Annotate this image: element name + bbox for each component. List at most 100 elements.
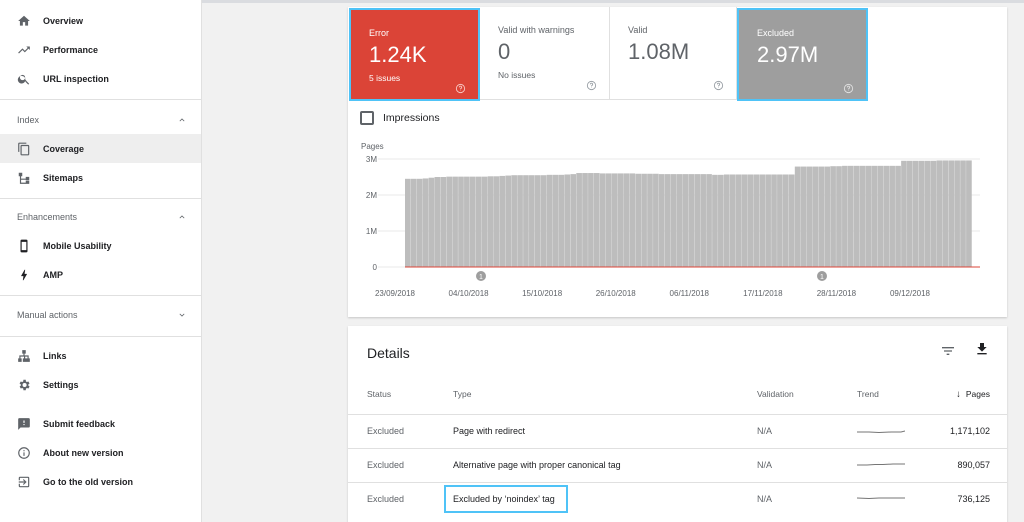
trend-sparkline <box>857 430 905 434</box>
sidebar-item-settings[interactable]: Settings <box>0 370 201 399</box>
chart-bar <box>688 174 695 267</box>
y-axis-title: Pages <box>361 142 384 151</box>
top-strip <box>202 0 1024 3</box>
column-header-status[interactable]: Status <box>367 389 391 399</box>
row-validation: N/A <box>757 494 773 504</box>
chart-bar <box>511 175 517 267</box>
filter-icon[interactable] <box>940 343 956 359</box>
sidebar-item-old-version[interactable]: Go to the old version <box>0 467 201 496</box>
sidebar-item-about-new-version[interactable]: About new version <box>0 438 201 467</box>
chart-bar <box>582 173 588 267</box>
valid-with-warnings-tile[interactable]: Valid with warnings 0 No issues <box>480 7 610 100</box>
exit-icon <box>17 475 31 489</box>
sidebar-item-mobile-usability[interactable]: Mobile Usability <box>0 231 201 260</box>
sidebar-item-label: URL inspection <box>43 73 109 84</box>
sidebar-item-overview[interactable]: Overview <box>0 6 201 35</box>
chart-bar <box>741 174 748 267</box>
table-row[interactable]: Excluded Excluded by ‘noindex’ tag N/A 7… <box>348 482 1007 516</box>
chart-bar <box>487 176 494 267</box>
chart-bar <box>599 173 606 267</box>
chart-bar <box>883 165 890 267</box>
help-icon[interactable] <box>455 81 466 94</box>
help-icon[interactable] <box>713 78 724 91</box>
row-status: Excluded <box>367 494 405 504</box>
impressions-toggle[interactable]: Impressions <box>360 110 440 126</box>
chart-bar <box>765 174 771 267</box>
x-tick-label: 26/10/2018 <box>596 289 637 298</box>
chart-bar <box>771 174 777 267</box>
table-row[interactable]: Excluded Page with redirect N/A 1,171,10… <box>348 414 1007 448</box>
section-label: Index <box>17 115 40 125</box>
chart-bar <box>458 176 464 267</box>
chart-bar <box>924 160 931 267</box>
chart-bar <box>623 173 630 267</box>
sidebar-item-submit-feedback[interactable]: Submit feedback <box>0 409 201 438</box>
sidebar-item-label: Performance <box>43 44 99 55</box>
chart-bar <box>534 175 541 267</box>
chart-bar <box>700 174 706 267</box>
tile-label: Valid <box>628 25 648 35</box>
chart-bar <box>735 174 742 267</box>
sidebar-item-amp[interactable]: AMP <box>0 260 201 289</box>
chart-bar <box>871 165 878 267</box>
y-tick-label: 3M <box>366 155 377 164</box>
impressions-checkbox[interactable] <box>360 111 374 125</box>
chart-bar <box>529 175 535 267</box>
help-icon[interactable] <box>586 78 597 91</box>
chart-bar <box>859 165 866 267</box>
chevron-up-icon <box>179 118 185 122</box>
row-pages: 890,057 <box>957 460 990 470</box>
chart-bar <box>410 178 417 267</box>
chart-bar <box>777 174 783 267</box>
column-header-type[interactable]: Type <box>453 389 471 399</box>
sidebar-item-label: Mobile Usability <box>43 240 112 251</box>
chart-bar <box>428 177 435 267</box>
chart-bar <box>629 173 636 267</box>
chart-bar <box>836 166 842 267</box>
x-tick-label: 09/12/2018 <box>890 289 931 298</box>
chart-bar <box>452 176 458 267</box>
column-header-pages[interactable]: ↓ Pages <box>956 389 990 400</box>
chart-bar <box>830 166 836 267</box>
chart-bar <box>523 175 529 267</box>
coverage-icon <box>17 142 31 156</box>
details-title: Details <box>367 345 410 361</box>
row-pages: 736,125 <box>957 494 990 504</box>
table-row[interactable]: Excluded Alternative page with proper ca… <box>348 448 1007 482</box>
trending-up-icon <box>17 43 31 57</box>
sidebar-item-links[interactable]: Links <box>0 341 201 370</box>
download-icon[interactable] <box>974 341 990 357</box>
chart-bar <box>895 165 901 267</box>
sidebar-item-label: Links <box>43 350 67 361</box>
error-tile[interactable]: Error 1.24K 5 issues <box>349 8 480 101</box>
column-header-validation[interactable]: Validation <box>757 389 794 399</box>
sidebar-item-url-inspection[interactable]: URL inspection <box>0 64 201 93</box>
sidebar-item-coverage[interactable]: Coverage <box>0 134 201 163</box>
sitemap-icon <box>17 171 31 185</box>
help-icon[interactable] <box>843 81 854 94</box>
sidebar-item-label: Coverage <box>43 143 85 154</box>
chart-bar <box>564 174 571 267</box>
column-header-pages-label: Pages <box>965 389 990 399</box>
sidebar-item-performance[interactable]: Performance <box>0 35 201 64</box>
chart-bar <box>440 177 447 267</box>
links-icon <box>17 349 31 363</box>
section-label: Manual actions <box>17 310 78 320</box>
section-index[interactable]: Index <box>0 108 201 132</box>
chart-bar <box>517 175 523 267</box>
valid-tile[interactable]: Valid 1.08M <box>610 7 737 100</box>
row-status: Excluded <box>367 426 405 436</box>
x-tick-label: 15/10/2018 <box>522 289 563 298</box>
chart-bar <box>540 175 547 267</box>
chart-bar <box>818 166 825 267</box>
info-icon <box>17 446 31 460</box>
column-header-trend[interactable]: Trend <box>857 389 879 399</box>
section-manual-actions[interactable]: Manual actions <box>0 303 201 327</box>
chart-bar <box>806 166 813 267</box>
excluded-tile[interactable]: Excluded 2.97M <box>737 8 868 101</box>
sidebar-item-label: Submit feedback <box>43 418 116 429</box>
section-enhancements[interactable]: Enhancements <box>0 205 201 229</box>
chart-bar <box>475 176 482 267</box>
sidebar-item-sitemaps[interactable]: Sitemaps <box>0 163 201 192</box>
annotation-label: 1 <box>479 274 483 281</box>
